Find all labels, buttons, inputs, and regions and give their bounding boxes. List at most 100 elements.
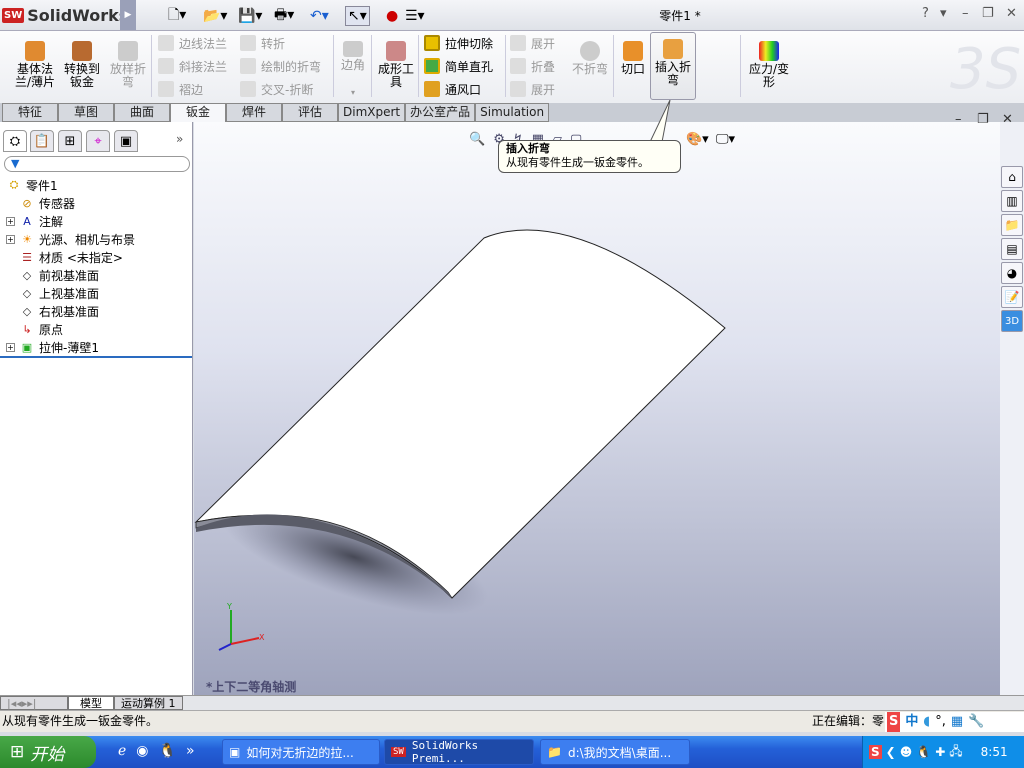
ime-punctuation-icon[interactable]: °, [935,712,946,732]
security-tray-icon[interactable]: ✚ [935,745,945,759]
viewport-restore-button[interactable]: ❐ [977,112,989,127]
home-icon[interactable]: ⌂ [1001,166,1023,188]
more-chevron-icon[interactable]: » [186,743,195,759]
start-button[interactable]: ⊞ 开始 [0,736,96,768]
convert-to-sheet-metal-button[interactable]: 转换到 钣金 [62,35,102,99]
vent-button[interactable]: 通风口 [424,79,493,99]
clock[interactable]: 8:51 [981,745,1008,759]
unfold-button[interactable]: 展开 [510,33,555,53]
browser-icon[interactable]: ◉ [136,743,148,759]
lofted-bend-button[interactable]: 放样折 弯 [108,35,148,99]
sogou-icon[interactable]: S [887,712,901,732]
tree-item[interactable]: ☰ 材质 <未指定> [6,248,123,266]
jog-button[interactable]: 转折 [240,33,321,53]
forming-tool-button[interactable]: 成形工 具 [376,35,416,99]
solidworks-logo[interactable]: SW SolidWorks [2,3,128,27]
simple-hole-button[interactable]: 简单直孔 [424,56,493,76]
task-explorer[interactable]: 📁 d:\我的文档\桌面... [540,739,690,765]
minimize-button[interactable]: – [962,6,969,21]
tab-features[interactable]: 特征 [2,103,58,122]
viewport-minimize-button[interactable]: – [955,112,962,127]
tree-item[interactable]: + ☀ 光源、相机与布景 [6,230,135,248]
tab-model[interactable]: 模型 [68,696,114,710]
expand-icon[interactable]: + [6,234,15,244]
view-settings-icon[interactable]: 🖵▾ [716,132,735,147]
fold-button[interactable]: 折叠 [510,56,555,76]
insert-bends-button[interactable]: 插入折 弯 [650,32,696,100]
select-icon[interactable]: ↖▾ [345,6,370,26]
undo-icon[interactable]: ↶▾ [310,6,329,26]
graphics-viewport[interactable]: 🔍⚙↯▦▱▢ 🎨▾ 🖵▾ YX *上下二等角轴测 [194,122,1000,695]
dimxpert-manager-tab-icon[interactable]: ⌖ [86,130,110,152]
ie-icon[interactable]: ℯ [118,743,126,759]
edge-flange-button[interactable]: 边线法兰 [158,33,227,53]
expand-icon[interactable]: + [6,216,15,226]
extruded-cut-button[interactable]: 拉伸切除 [424,33,493,53]
help-dropdown-icon[interactable]: ▾ [940,6,947,21]
rebuild-icon[interactable]: ● [386,6,398,26]
tab-office-products[interactable]: 办公室产品 [405,103,476,122]
tab-surfaces[interactable]: 曲面 [114,103,170,122]
filter-input[interactable]: ▼ [4,156,190,172]
qq-tray-icon[interactable]: ☻ [900,745,913,759]
expand-chevron-icon[interactable]: » [176,132,183,146]
open-icon[interactable]: 📂▾ [203,6,227,26]
flatten-button[interactable]: 展开 [510,79,555,99]
tab-sketch[interactable]: 草图 [58,103,114,122]
stress-deformation-button[interactable]: 应力/变 形 [745,35,793,99]
ime-keyboard-icon[interactable]: ▦ [951,712,963,732]
options-icon[interactable]: ☰▾ [405,6,425,26]
custom-properties-icon[interactable]: 📝 [1001,286,1023,308]
dropdown-icon[interactable]: ▾ [351,86,355,99]
save-icon[interactable]: 💾▾ [238,6,262,26]
property-manager-tab-icon[interactable]: 📋 [30,130,54,152]
miter-flange-button[interactable]: 斜接法兰 [158,56,227,76]
display-manager-tab-icon[interactable]: ▣ [114,130,138,152]
tab-simulation[interactable]: Simulation [475,103,550,122]
sketched-bend-button[interactable]: 绘制的折弯 [240,56,321,76]
new-icon[interactable]: 🗋▾ [168,6,186,26]
tree-item[interactable]: ⛭ 零件1 [6,176,58,194]
appearances-icon[interactable]: ◕ [1001,262,1023,284]
hem-button[interactable]: 褶边 [158,79,227,99]
tab-weldments[interactable]: 焊件 [226,103,282,122]
tab-sheet-metal[interactable]: 钣金 [170,103,226,122]
corners-button[interactable]: 边角 ▾ [338,35,368,99]
restore-button[interactable]: ❐ [982,6,994,21]
close-button[interactable]: ✕ [1006,6,1017,21]
tree-item[interactable]: ◇ 前视基准面 [6,266,99,284]
tree-item[interactable]: ◇ 上视基准面 [6,284,99,302]
ime-language-toggle[interactable]: 中 [905,712,918,732]
tab-motion-study[interactable]: 运动算例 1 [114,696,183,710]
menu-expand-arrow[interactable]: ▶ [120,0,136,30]
tab-dimxpert[interactable]: DimXpert [338,103,406,122]
tray-expand-icon[interactable]: ❮ [886,745,896,759]
ime-halfwidth-icon[interactable]: ◖ [923,712,930,732]
qq2-tray-icon[interactable]: 🐧 [916,745,931,759]
tree-item[interactable]: ◇ 右视基准面 [6,302,99,320]
rollback-bar[interactable] [0,356,192,358]
expand-icon[interactable]: + [6,342,15,352]
view-palette-icon[interactable]: ▤ [1001,238,1023,260]
3d-content-icon[interactable]: 3D [1001,310,1023,332]
no-bends-button[interactable]: 不折弯 [570,35,610,99]
tree-item[interactable]: ⊘ 传感器 [6,194,75,212]
base-flange-button[interactable]: 基体法 兰/薄片 [12,35,58,99]
tree-item[interactable]: + ▣ 拉伸-薄壁1 [6,338,99,356]
file-explorer-icon[interactable]: 📁 [1001,214,1023,236]
tree-item[interactable]: ↳ 原点 [6,320,63,338]
appearance-icon[interactable]: 🎨▾ [686,132,709,147]
ime-tools-icon[interactable]: 🔧 [968,712,984,732]
configuration-manager-tab-icon[interactable]: ⊞ [58,130,82,152]
print-icon[interactable]: 🖶▾ [274,6,294,26]
zoom-to-fit-icon[interactable]: 🔍 [469,132,485,147]
rip-button[interactable]: 切口 [618,35,648,99]
tab-scroll-arrows[interactable]: |◂◂▸▸| [0,696,68,710]
task-solidworks[interactable]: SW SolidWorks Premi... [384,739,534,765]
task-browser[interactable]: ▣ 如何对无折边的拉... [222,739,380,765]
network-tray-icon[interactable]: 🖧 [949,742,962,763]
help-button[interactable]: ? [922,6,929,21]
tab-evaluate[interactable]: 评估 [282,103,338,122]
cross-break-button[interactable]: 交叉-折断 [240,79,321,99]
tree-item[interactable]: + A 注解 [6,212,63,230]
